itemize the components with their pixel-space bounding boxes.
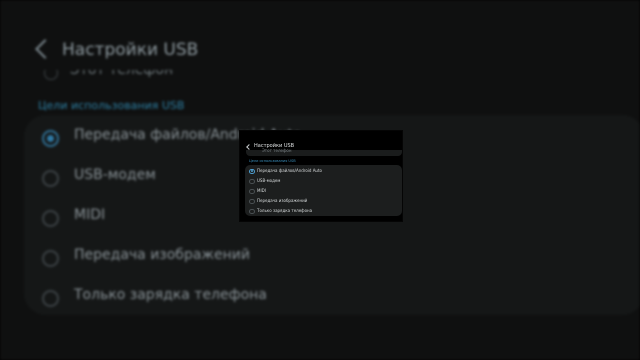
option-charging-only[interactable]: Только зарядка телефона bbox=[245, 206, 402, 216]
option-usb-modem[interactable]: USB-модем bbox=[245, 176, 402, 186]
radio-icon[interactable] bbox=[249, 208, 255, 214]
bg-previous-option: Этот телефон bbox=[70, 62, 174, 78]
back-icon bbox=[35, 39, 55, 59]
bg-option-row: Передача изображений bbox=[24, 238, 640, 278]
bg-radio-icon bbox=[44, 70, 58, 80]
option-label: MIDI bbox=[257, 187, 266, 193]
radio-icon bbox=[42, 170, 59, 187]
option-label: Передача файлов/Android Auto bbox=[257, 167, 322, 173]
bg-option-label: USB-модем bbox=[74, 167, 156, 183]
previous-option-row[interactable]: Этот телефон bbox=[246, 148, 402, 156]
radio-icon bbox=[42, 210, 59, 227]
phone-screen: Настройки USB Этот телефон Цели использо… bbox=[240, 131, 402, 221]
bg-option-label: Передача изображений bbox=[74, 247, 250, 263]
usb-options-card: Передача файлов/Android Auto USB-модем M… bbox=[245, 165, 402, 216]
section-title: Цели использования USB bbox=[249, 159, 296, 163]
radio-icon bbox=[42, 250, 59, 267]
radio-icon[interactable] bbox=[249, 178, 255, 184]
bg-page-title: Настройки USB bbox=[62, 40, 199, 60]
bg-option-label: Только зарядка телефона bbox=[74, 287, 267, 303]
radio-icon bbox=[42, 290, 59, 307]
bg-section-title: Цели использования USB bbox=[38, 99, 185, 112]
radio-selected-icon bbox=[42, 130, 59, 147]
previous-option-label: Этот телефон bbox=[262, 148, 292, 153]
radio-icon[interactable] bbox=[249, 198, 255, 204]
option-label: Только зарядка телефона bbox=[257, 207, 313, 213]
option-label: USB-модем bbox=[257, 177, 281, 183]
option-file-transfer[interactable]: Передача файлов/Android Auto bbox=[245, 166, 402, 176]
back-icon[interactable] bbox=[246, 144, 252, 150]
bg-option-label: MIDI bbox=[74, 207, 106, 223]
option-label: Передача изображений bbox=[257, 197, 308, 203]
radio-icon[interactable] bbox=[249, 188, 255, 194]
bg-option-row: Только зарядка телефона bbox=[24, 278, 640, 318]
option-image-transfer[interactable]: Передача изображений bbox=[245, 196, 402, 206]
option-midi[interactable]: MIDI bbox=[245, 186, 402, 196]
radio-selected-icon[interactable] bbox=[249, 168, 255, 174]
